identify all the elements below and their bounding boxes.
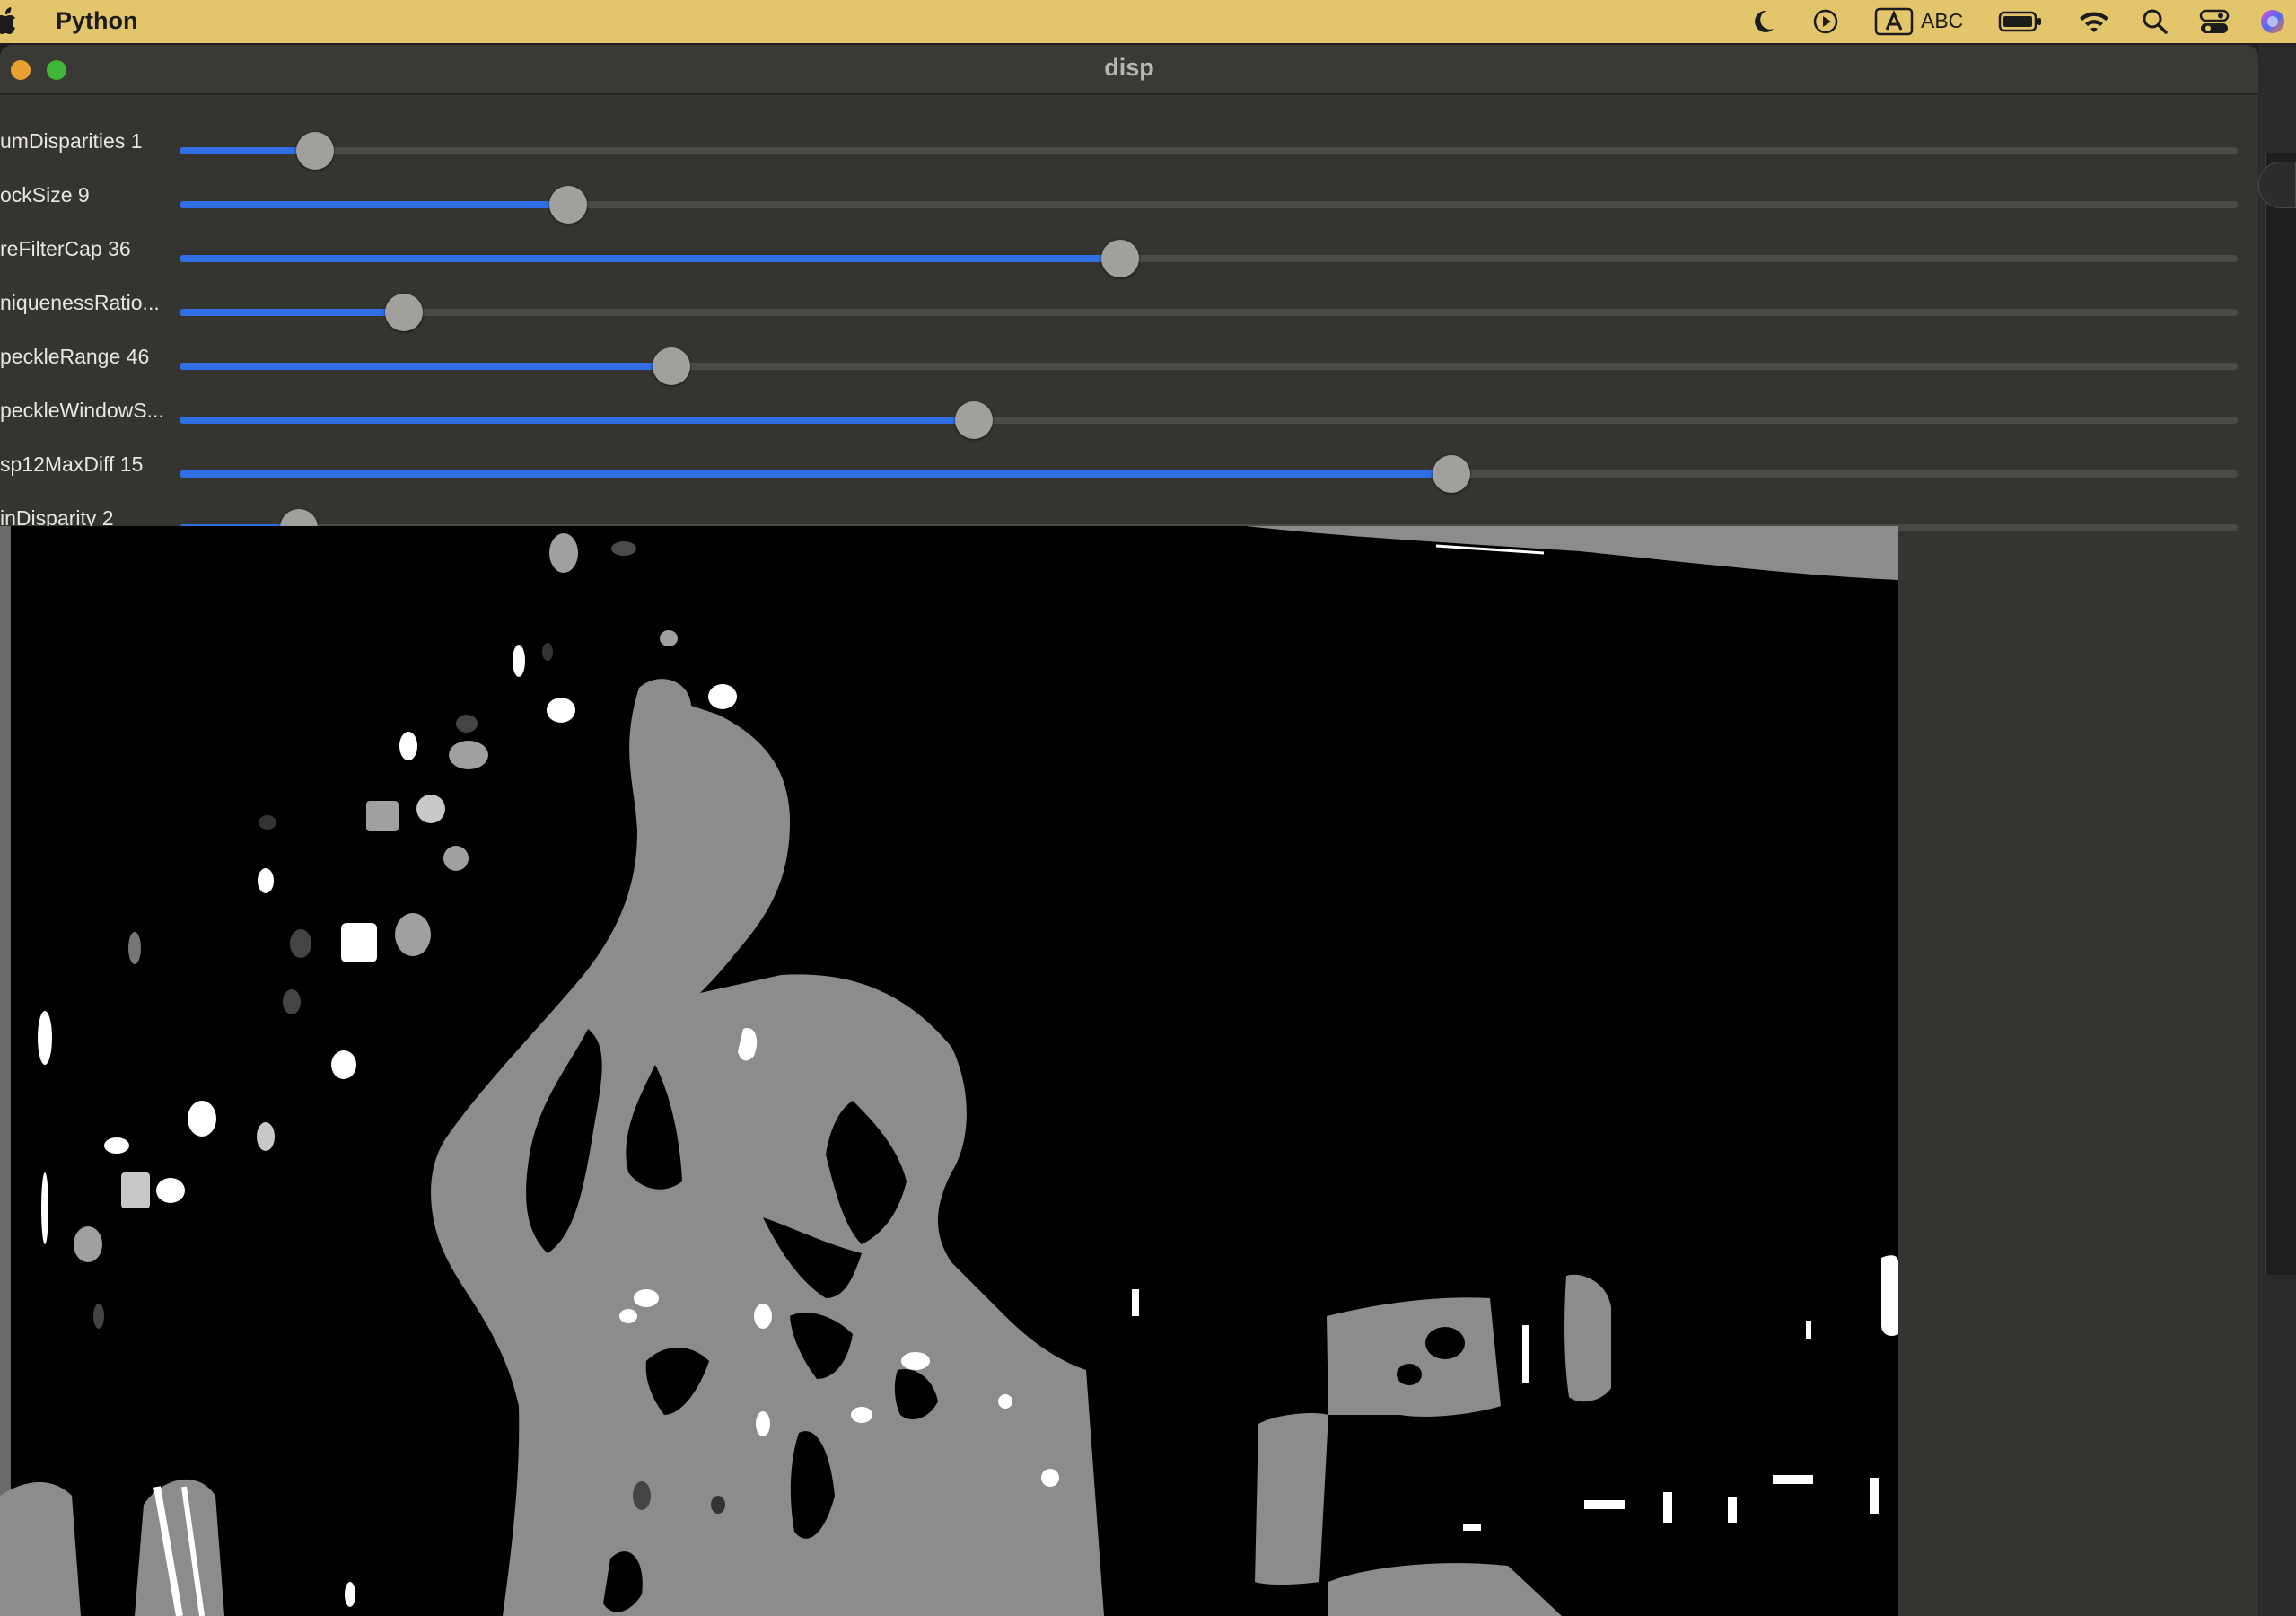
app-name[interactable]: Python <box>56 7 138 35</box>
battery-icon[interactable] <box>1998 7 2043 36</box>
wifi-icon[interactable] <box>2077 7 2111 36</box>
slider-knob[interactable] <box>1433 455 1471 493</box>
trackbar-panel: umDisparities 1 ockSize 9 reFilterCap 36… <box>0 95 2258 571</box>
moon-icon[interactable] <box>1748 7 1777 36</box>
slider-fill <box>180 147 316 154</box>
slider-label: sp12MaxDiff 15 <box>0 452 144 476</box>
background-window <box>2258 45 2296 1616</box>
slider-track[interactable] <box>180 347 2238 385</box>
siri-icon[interactable] <box>2258 7 2287 36</box>
slider-knob[interactable] <box>653 347 691 385</box>
slider-track[interactable] <box>180 186 2238 224</box>
slider-track[interactable] <box>180 132 2238 170</box>
slider-label: peckleRange 46 <box>0 345 150 368</box>
slider-fill <box>180 309 404 316</box>
slider-knob[interactable] <box>1100 240 1139 277</box>
slider-track[interactable] <box>180 240 2238 277</box>
slider-label: ockSize 9 <box>0 183 90 206</box>
background-window-panel <box>2265 153 2296 1275</box>
slider-fill <box>180 255 1120 262</box>
slider-uniqueness-ratio[interactable]: niquenessRatio... <box>0 284 2258 338</box>
slider-label: reFilterCap 36 <box>0 237 131 260</box>
background-window-chip[interactable] <box>2258 162 2296 208</box>
slider-knob[interactable] <box>384 294 423 331</box>
slider-prefilter-cap[interactable]: reFilterCap 36 <box>0 230 2258 284</box>
slider-label: peckleWindowS... <box>0 399 164 422</box>
slider-fill <box>180 363 672 370</box>
slider-num-disparities[interactable]: umDisparities 1 <box>0 122 2258 176</box>
slider-block-size[interactable]: ockSize 9 <box>0 176 2258 230</box>
slider-label: niquenessRatio... <box>0 291 160 314</box>
apple-icon[interactable] <box>0 5 23 38</box>
title-bar[interactable]: disp <box>0 45 2258 95</box>
window-title: disp <box>1104 54 1154 81</box>
slider-fill <box>180 470 1452 478</box>
slider-fill <box>180 417 975 424</box>
slider-label: umDisparities 1 <box>0 129 143 153</box>
search-icon[interactable] <box>2142 7 2169 36</box>
slider-knob[interactable] <box>296 132 335 170</box>
slider-knob[interactable] <box>955 401 994 439</box>
slider-disp12-max-diff[interactable]: sp12MaxDiff 15 <box>0 445 2258 499</box>
play-circle-icon[interactable] <box>1811 7 1840 36</box>
disparity-map-image <box>0 526 1898 1616</box>
slider-track[interactable] <box>180 294 2238 331</box>
slider-track[interactable] <box>180 455 2238 493</box>
control-center-icon[interactable] <box>2199 7 2230 36</box>
disp-window: disp umDisparities 1 ockSize 9 reFilterC… <box>0 45 2258 1616</box>
input-a-icon[interactable] <box>1874 7 1914 36</box>
slider-knob[interactable] <box>549 186 588 224</box>
menu-bar: Python ABC <box>0 0 2296 43</box>
input-source-label[interactable]: ABC <box>1921 9 1963 33</box>
slider-speckle-range[interactable]: peckleRange 46 <box>0 338 2258 391</box>
slider-track[interactable] <box>180 401 2238 439</box>
slider-speckle-window-size[interactable]: peckleWindowS... <box>0 391 2258 445</box>
slider-fill <box>180 201 569 208</box>
